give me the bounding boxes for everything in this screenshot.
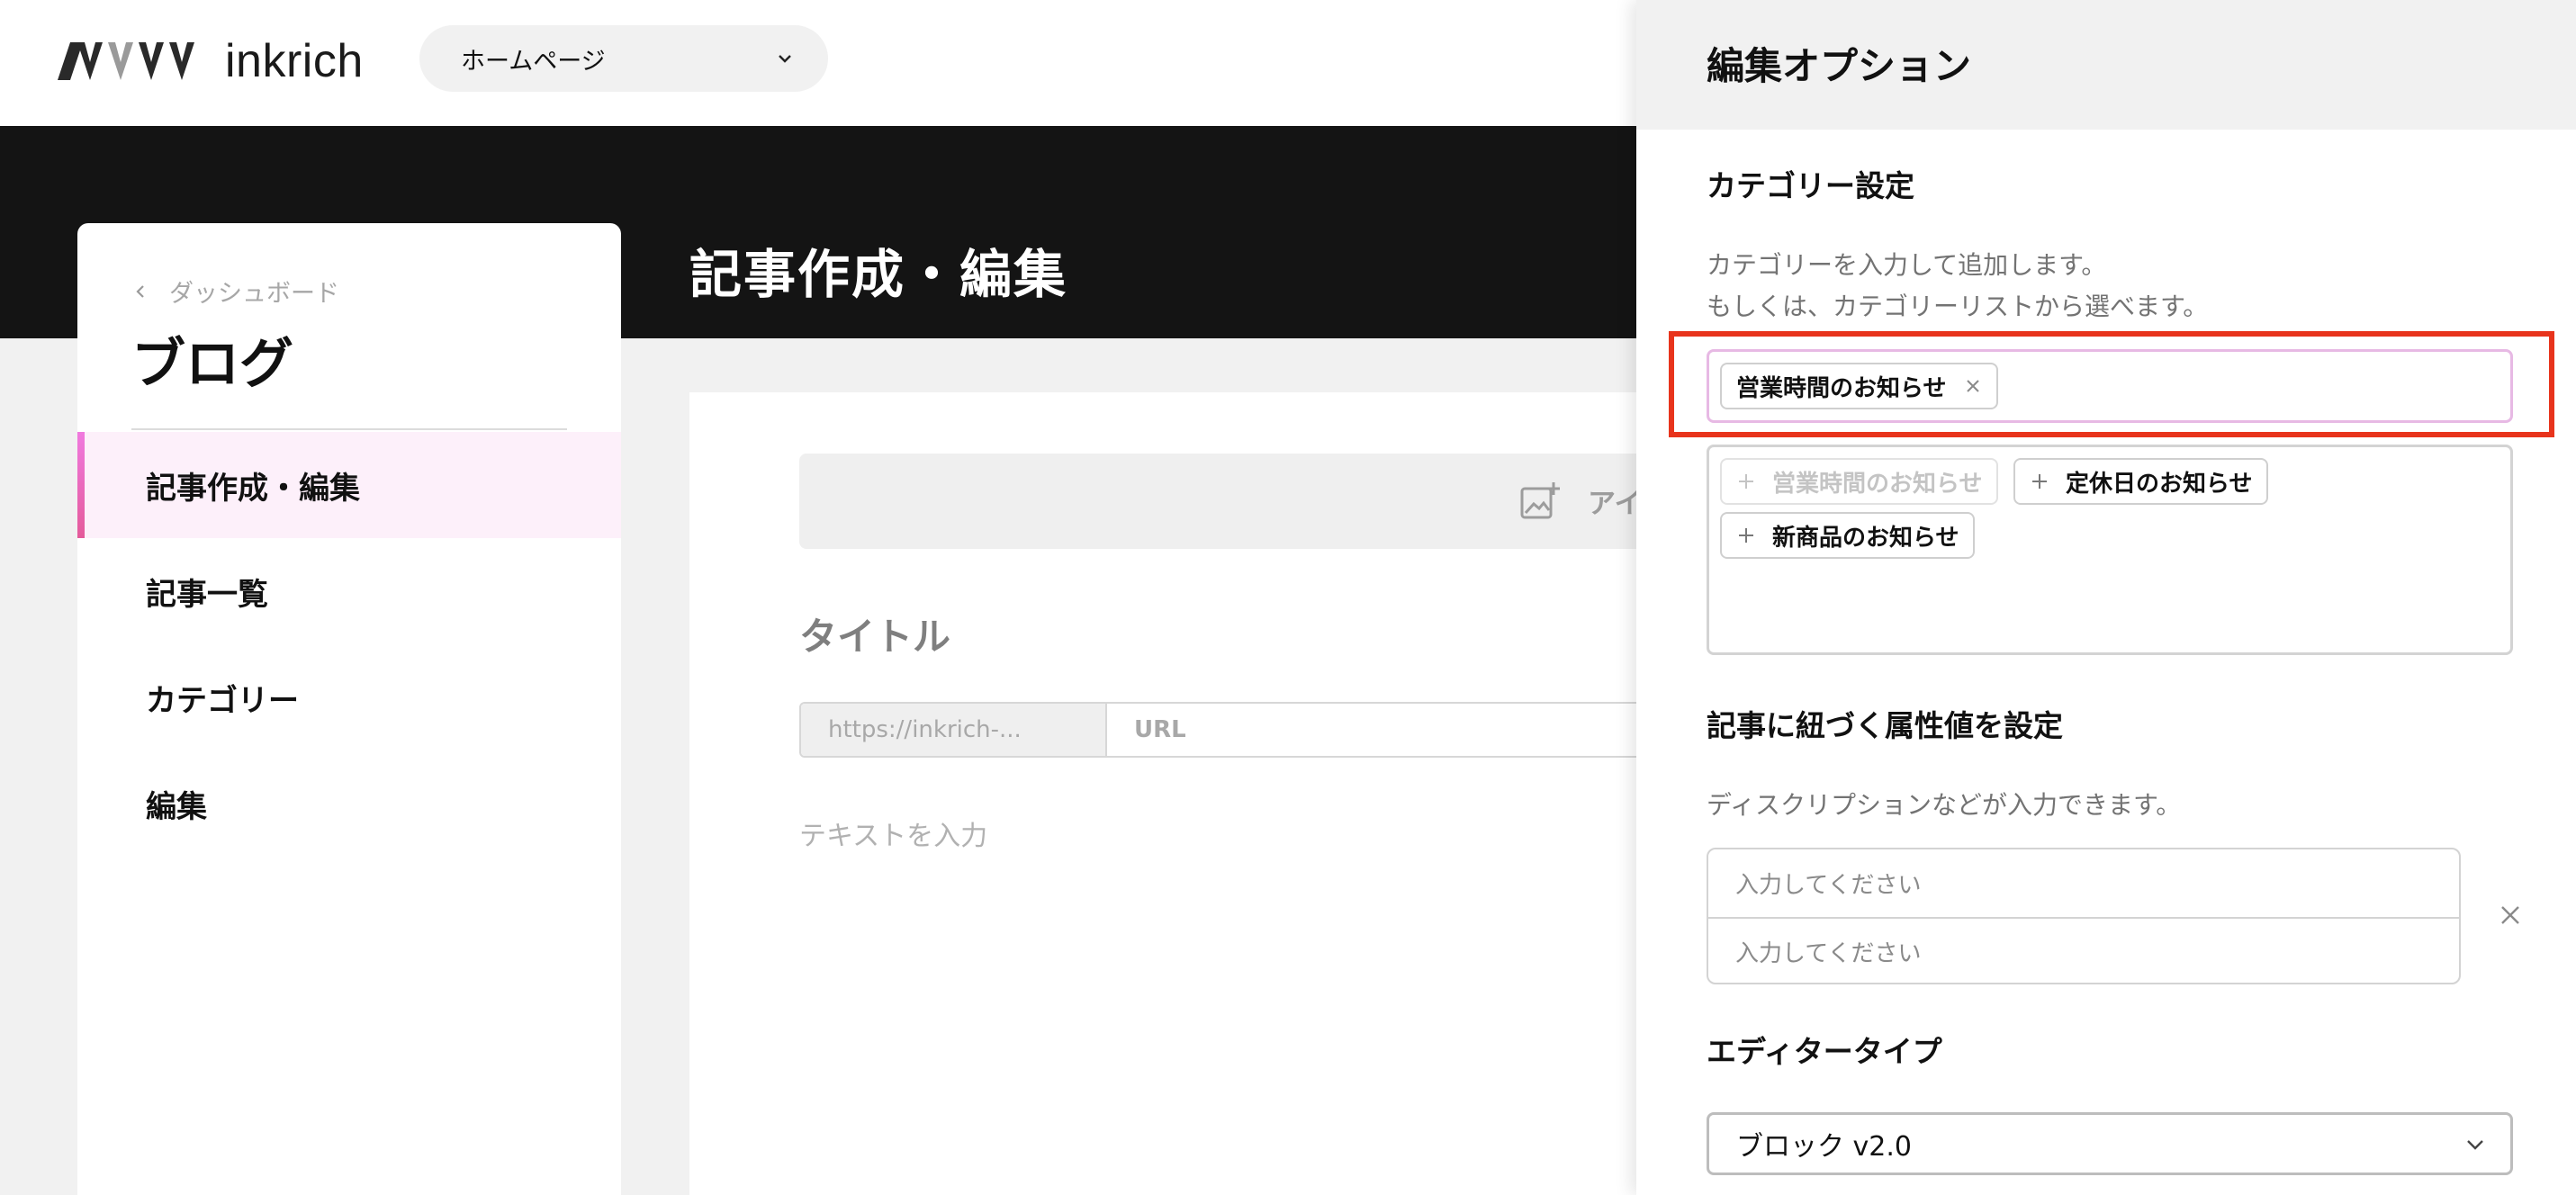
- plus-icon: [1739, 528, 1753, 543]
- category-section-title: カテゴリー設定: [1707, 168, 1914, 203]
- editor-type-value: ブロック v2.0: [1736, 1131, 1912, 1163]
- chevron-down-icon: [779, 55, 791, 63]
- category-suggestion-item[interactable]: 定休日のお知らせ: [2013, 458, 2269, 505]
- title-input[interactable]: タイトル: [799, 606, 950, 661]
- category-suggestion-list: 営業時間のお知らせ 定休日のお知らせ 新商品のお知らせ: [1707, 445, 2513, 655]
- sidebar-item-category[interactable]: カテゴリー: [77, 644, 621, 750]
- plus-icon: [1739, 474, 1753, 489]
- article-editor: アイキャッチ タイトル https://inkrich-... URL テキスト…: [689, 392, 1753, 1195]
- sidebar-item-label: カテゴリー: [146, 682, 299, 719]
- suggestion-label: 営業時間のお知らせ: [1772, 470, 1983, 498]
- highlight-box: [1669, 331, 2554, 437]
- sidebar-nav: ダッシュボード ブログ 記事作成・編集 記事一覧 カテゴリー 編集: [77, 223, 621, 1195]
- suggestion-label: 定休日のお知らせ: [2066, 470, 2253, 498]
- body-text-input[interactable]: テキストを入力: [799, 813, 987, 853]
- panel-header: 編集オプション: [1636, 0, 2576, 130]
- chevron-left-icon: [136, 284, 144, 298]
- attribute-value-input[interactable]: 入力してください: [1708, 917, 2459, 983]
- sidebar-item-edit[interactable]: 編集: [77, 750, 621, 857]
- eyecatch-upload-button[interactable]: アイキャッチ: [799, 454, 1753, 549]
- page-select-dropdown[interactable]: ホームページ: [419, 25, 828, 92]
- category-description-line2: もしくは、カテゴリーリストから選べます。: [1707, 292, 2209, 321]
- url-input[interactable]: URL: [1107, 704, 1698, 756]
- logo-text: inkrich: [225, 35, 364, 87]
- attribute-row: 入力してください 入力してください: [1707, 848, 2461, 984]
- editor-type-select[interactable]: ブロック v2.0: [1707, 1112, 2513, 1175]
- suggestion-label: 新商品のお知らせ: [1772, 524, 1959, 552]
- chevron-down-icon: [2467, 1140, 2483, 1150]
- editor-type-section-title: エディタータイプ: [1707, 1034, 1942, 1069]
- page-title: 記事作成・編集: [689, 244, 1068, 305]
- sidebar-divider: [131, 428, 567, 430]
- category-suggestion-item: 営業時間のお知らせ: [1720, 458, 1999, 505]
- back-link-label: ダッシュボード: [169, 280, 339, 308]
- sidebar-item-label: 編集: [146, 788, 207, 825]
- close-icon[interactable]: [2497, 902, 2524, 929]
- sidebar-item-article-list[interactable]: 記事一覧: [77, 538, 621, 644]
- panel-title: 編集オプション: [1707, 44, 1972, 88]
- add-image-icon: [1520, 482, 1560, 519]
- url-field: https://inkrich-... URL: [799, 702, 1699, 758]
- category-suggestion-item[interactable]: 新商品のお知らせ: [1720, 512, 1976, 559]
- app-logo[interactable]: inkrich: [58, 34, 364, 88]
- category-description-line1: カテゴリーを入力して追加します。: [1707, 250, 2107, 280]
- sidebar-item-label: 記事作成・編集: [146, 470, 360, 507]
- plus-icon: [2032, 474, 2047, 489]
- sidebar-item-label: 記事一覧: [146, 576, 268, 613]
- edit-options-panel: 編集オプション カテゴリー設定 カテゴリーを入力して追加します。 もしくは、カテ…: [1636, 0, 2576, 1195]
- sidebar-item-create-edit[interactable]: 記事作成・編集: [77, 432, 621, 538]
- url-prefix: https://inkrich-...: [801, 704, 1107, 756]
- inkrich-logo-icon: [58, 42, 194, 80]
- attributes-description: ディスクリプションなどが入力できます。: [1707, 790, 2182, 820]
- attribute-key-input[interactable]: 入力してください: [1708, 849, 2459, 917]
- back-to-dashboard-link[interactable]: ダッシュボード: [131, 274, 339, 309]
- sidebar-title: ブログ: [131, 333, 293, 396]
- attributes-section-title: 記事に紐づく属性値を設定: [1707, 708, 2063, 743]
- page-select-value: ホームページ: [461, 47, 606, 76]
